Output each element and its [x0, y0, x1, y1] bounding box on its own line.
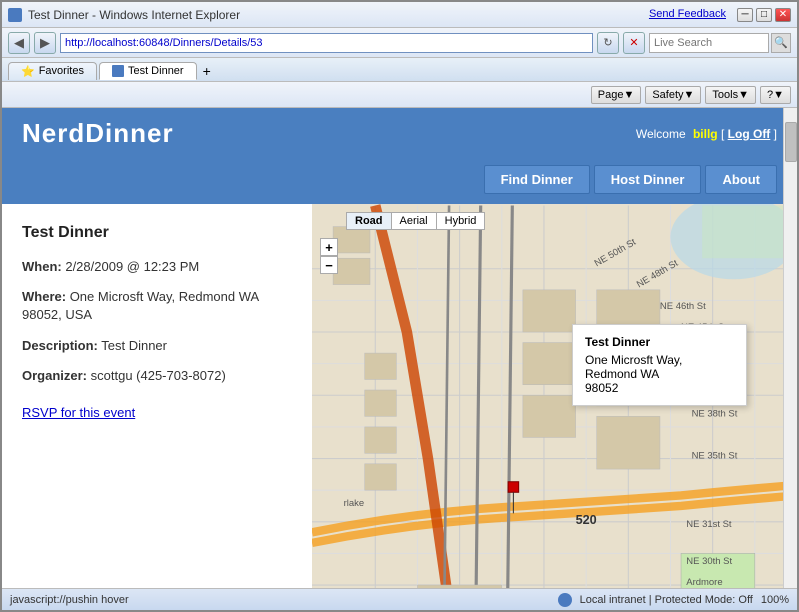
svg-text:NE 31st St: NE 31st St: [686, 519, 732, 530]
organizer-label: Organizer:: [22, 368, 87, 383]
map-popup-line2: 98052: [585, 381, 734, 395]
bracket-right: ]: [774, 127, 777, 141]
main-content: Test Dinner When: 2/28/2009 @ 12:23 PM W…: [2, 204, 797, 588]
svg-text:NE 38th St: NE 38th St: [692, 408, 738, 419]
search-input[interactable]: [649, 33, 769, 53]
favorites-label: Favorites: [39, 65, 84, 77]
zoom-in-button[interactable]: +: [320, 238, 338, 256]
new-tab-button[interactable]: +: [199, 63, 215, 79]
host-dinner-button[interactable]: Host Dinner: [594, 165, 702, 194]
restore-button[interactable]: □: [756, 8, 772, 22]
map-type-hybrid[interactable]: Hybrid: [437, 213, 485, 229]
bracket-left: [: [721, 127, 728, 141]
tabs-row: ⭐ Favorites Test Dinner +: [2, 58, 797, 82]
map-popup: Test Dinner One Microsft Way, Redmond WA…: [572, 324, 747, 406]
browser-window: Test Dinner - Windows Internet Explorer …: [0, 0, 799, 612]
minimize-button[interactable]: ─: [737, 8, 753, 22]
scrollbar-thumb[interactable]: [785, 122, 797, 162]
description-row: Description: Test Dinner: [22, 337, 292, 355]
find-dinner-button[interactable]: Find Dinner: [484, 165, 590, 194]
welcome-area: Welcome billg [ Log Off ]: [636, 127, 777, 141]
rsvp-link[interactable]: RSVP for this event: [22, 405, 135, 420]
svg-text:NE 35th St: NE 35th St: [692, 451, 738, 462]
logout-link[interactable]: Log Off: [728, 127, 771, 141]
browser-icon: [8, 8, 22, 22]
zoom-level: 100%: [761, 594, 789, 606]
map-container[interactable]: Road Aerial Hybrid + −: [312, 204, 797, 588]
help-menu-button[interactable]: ?▼: [760, 86, 791, 104]
zoom-out-button[interactable]: −: [320, 256, 338, 274]
send-feedback-link[interactable]: Send Feedback: [649, 8, 726, 22]
safety-menu-button[interactable]: Safety▼: [645, 86, 701, 104]
content-wrapper: NerdDinner Welcome billg [ Log Off ] Fin…: [2, 108, 797, 588]
title-bar: Test Dinner - Windows Internet Explorer …: [2, 2, 797, 28]
map-popup-title: Test Dinner: [585, 335, 734, 349]
map-type-road[interactable]: Road: [347, 213, 392, 229]
address-bar[interactable]: http://localhost:60848/Dinners/Details/5…: [60, 33, 593, 53]
site-header: NerdDinner Welcome billg [ Log Off ]: [2, 108, 797, 159]
where-label: Where:: [22, 289, 66, 304]
welcome-label: Welcome: [636, 127, 686, 141]
zone-text: Local intranet | Protected Mode: Off: [580, 594, 753, 606]
about-button[interactable]: About: [705, 165, 777, 194]
tab-label: Test Dinner: [128, 65, 184, 77]
address-text: http://localhost:60848/Dinners/Details/5…: [65, 37, 263, 49]
browser-toolbar2: Page▼ Safety▼ Tools▼ ?▼: [2, 82, 797, 108]
site-title: NerdDinner: [22, 118, 174, 149]
svg-text:NE 30th St: NE 30th St: [686, 556, 732, 567]
organizer-value: scottgu (425-703-8072): [91, 368, 226, 383]
status-left: javascript://pushin hover: [10, 594, 129, 606]
tab-favicon: [112, 65, 124, 77]
test-dinner-tab[interactable]: Test Dinner: [99, 62, 197, 80]
where-row: Where: One Microsft Way, Redmond WA 9805…: [22, 288, 292, 324]
nav-bar: Find Dinner Host Dinner About: [2, 159, 797, 204]
username-link[interactable]: billg: [693, 127, 718, 141]
close-button[interactable]: ✕: [775, 8, 791, 22]
navigation-toolbar: ◀ ▶ http://localhost:60848/Dinners/Detai…: [2, 28, 797, 58]
search-button[interactable]: 🔍: [771, 33, 791, 53]
content-area: NerdDinner Welcome billg [ Log Off ] Fin…: [2, 108, 797, 588]
when-label: When:: [22, 259, 62, 274]
stop-button[interactable]: ✕: [623, 32, 645, 54]
favorites-tab[interactable]: ⭐ Favorites: [8, 62, 97, 80]
map-area: Road Aerial Hybrid + −: [312, 204, 797, 588]
search-area: 🔍: [649, 33, 791, 53]
when-row: When: 2/28/2009 @ 12:23 PM: [22, 258, 292, 276]
back-button[interactable]: ◀: [8, 32, 30, 54]
map-type-aerial[interactable]: Aerial: [392, 213, 437, 229]
svg-text:520: 520: [576, 513, 597, 527]
page-menu-button[interactable]: Page▼: [591, 86, 642, 104]
map-type-tabs: Road Aerial Hybrid: [346, 212, 485, 230]
forward-button[interactable]: ▶: [34, 32, 56, 54]
title-bar-left: Test Dinner - Windows Internet Explorer: [8, 8, 240, 22]
map-controls: + −: [320, 212, 338, 274]
when-value: 2/28/2009 @ 12:23 PM: [65, 259, 199, 274]
svg-text:Ardmore: Ardmore: [686, 577, 722, 588]
browser-title: Test Dinner - Windows Internet Explorer: [28, 8, 240, 22]
organizer-row: Organizer: scottgu (425-703-8072): [22, 367, 292, 385]
tools-menu-button[interactable]: Tools▼: [705, 86, 756, 104]
map-popup-line1: One Microsft Way, Redmond WA: [585, 353, 734, 381]
zone-icon: [558, 593, 572, 607]
status-right: Local intranet | Protected Mode: Off 100…: [558, 593, 789, 607]
status-bar: javascript://pushin hover Local intranet…: [2, 588, 797, 610]
title-bar-controls: Send Feedback ─ □ ✕: [649, 8, 791, 22]
refresh-button[interactable]: ↻: [597, 32, 619, 54]
description-label: Description:: [22, 338, 98, 353]
dinner-title: Test Dinner: [22, 224, 292, 242]
description-value: Test Dinner: [101, 338, 167, 353]
dinner-info: Test Dinner When: 2/28/2009 @ 12:23 PM W…: [2, 204, 312, 588]
svg-text:rlake: rlake: [344, 498, 365, 509]
scrollbar[interactable]: [783, 108, 797, 588]
svg-text:NE 46th St: NE 46th St: [660, 301, 706, 312]
status-text: javascript://pushin hover: [10, 594, 129, 606]
